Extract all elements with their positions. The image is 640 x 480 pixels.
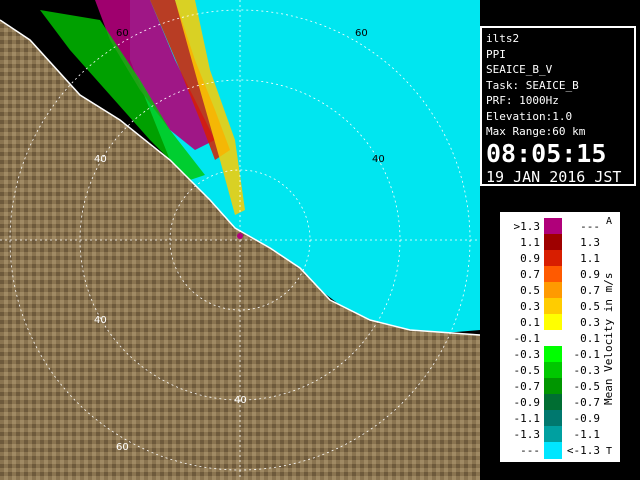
legend-row: >1.3 --- (502, 218, 602, 235)
legend-high-value: 0.1 (580, 332, 600, 345)
legend-swatch (544, 250, 562, 267)
legend-high-value: -0.1 (573, 348, 601, 361)
legend-swatch (544, 330, 562, 347)
range-label: 60 (116, 28, 129, 39)
legend-row: 0.5 0.7 (502, 282, 602, 299)
legend-swatch (544, 314, 562, 331)
legend-low-value: 0.7 (520, 268, 540, 281)
legend-high-value: --- (580, 220, 600, 233)
legend-swatch (544, 394, 562, 411)
legend-row: 0.1 0.3 (502, 314, 602, 331)
legend-low-value: >1.3 (513, 220, 541, 233)
velocity-legend: >1.3 --- 1.1 1.3 0.9 1.1 0.7 0.9 0.5 0.7 0.3 0.5 0.1… (500, 212, 620, 462)
legend-swatch (544, 426, 562, 443)
range-label: 40 (94, 154, 107, 165)
legend-swatch (544, 442, 562, 459)
legend-row: 0.9 1.1 (502, 250, 602, 267)
legend-row: -1.1 -0.9 (502, 410, 602, 427)
legend-high-value: -0.3 (573, 364, 601, 377)
product-name: SEAICE_B_V (486, 63, 553, 76)
radar-site (237, 233, 243, 239)
legend-swatch (544, 234, 562, 251)
range-label: 40 (94, 315, 107, 326)
legend-low-value: -0.3 (513, 348, 541, 361)
legend-row: 0.3 0.5 (502, 298, 602, 315)
legend-high-value: 0.5 (580, 300, 600, 313)
legend-low-value: 1.1 (520, 236, 540, 249)
scan-time: 08:05:15 (486, 138, 607, 168)
range-label: 60 (355, 28, 368, 39)
legend-low-value: -1.1 (513, 412, 541, 425)
legend-high-value: -0.9 (573, 412, 601, 425)
task-name: Task: SEAICE_B (486, 78, 579, 92)
legend-low-value: 0.3 (520, 300, 540, 313)
legend-row: -0.7 -0.5 (502, 378, 602, 395)
range-label: 40 (372, 154, 385, 165)
legend-row: -0.9 -0.7 (502, 394, 602, 411)
info-panel: ilts2 PPI SEAICE_B_V Task: SEAICE_B PRF:… (480, 26, 636, 186)
prf-value: PRF: 1000Hz (486, 94, 559, 107)
legend-swatch (544, 378, 562, 395)
legend-bottom-cap: T (606, 446, 613, 457)
legend-low-value: 0.9 (520, 252, 540, 265)
legend-high-value: 0.9 (580, 268, 600, 281)
legend-low-value: -1.3 (513, 428, 541, 441)
legend-low-value: -0.7 (513, 380, 541, 393)
legend-low-value: -0.5 (513, 364, 541, 377)
legend-row: -1.3 -1.1 (502, 426, 602, 443)
legend-swatch (544, 362, 562, 379)
legend-swatch (544, 298, 562, 315)
scan-date: 19 JAN 2016 JST (486, 167, 622, 186)
radar-map: 60 40 60 40 40 40 60 (0, 0, 480, 480)
legend-low-value: 0.1 (520, 316, 540, 329)
legend-row: 1.1 1.3 (502, 234, 602, 251)
legend-row: -0.5 -0.3 (502, 362, 602, 379)
legend-high-value: -1.1 (573, 428, 601, 441)
max-range-value: Max Range:60 km (486, 125, 586, 138)
legend-swatch (544, 266, 562, 283)
legend-low-value: -0.1 (513, 332, 541, 345)
legend-top-cap: A (606, 216, 613, 227)
legend-high-value: 1.3 (580, 236, 600, 249)
range-label: 40 (234, 395, 247, 406)
legend-row: 0.7 0.9 (502, 266, 602, 283)
legend-swatch (544, 282, 562, 299)
legend-swatch (544, 218, 562, 235)
legend-high-value: -0.7 (573, 396, 601, 409)
site-name: ilts2 (486, 32, 520, 45)
legend-low-value: 0.5 (520, 284, 540, 297)
legend-high-value: <-1.3 (566, 444, 600, 457)
legend-high-value: 0.7 (580, 284, 600, 297)
legend-high-value: -0.5 (573, 380, 601, 393)
legend-row: -0.1 0.1 (502, 330, 602, 347)
legend-low-value: -0.9 (513, 396, 541, 409)
legend-high-value: 1.1 (580, 252, 600, 265)
legend-swatch (544, 346, 562, 363)
elevation-value: Elevation:1.0 (486, 109, 573, 123)
legend-row: -0.3 -0.1 (502, 346, 602, 363)
legend-unit: Mean Velocity in m/s (602, 272, 615, 406)
scan-mode: PPI (486, 47, 506, 61)
legend-low-value: --- (520, 444, 540, 457)
legend-swatch (544, 410, 562, 427)
legend-row: --- <-1.3 (502, 442, 602, 459)
range-label: 60 (116, 442, 129, 453)
legend-high-value: 0.3 (580, 316, 600, 329)
